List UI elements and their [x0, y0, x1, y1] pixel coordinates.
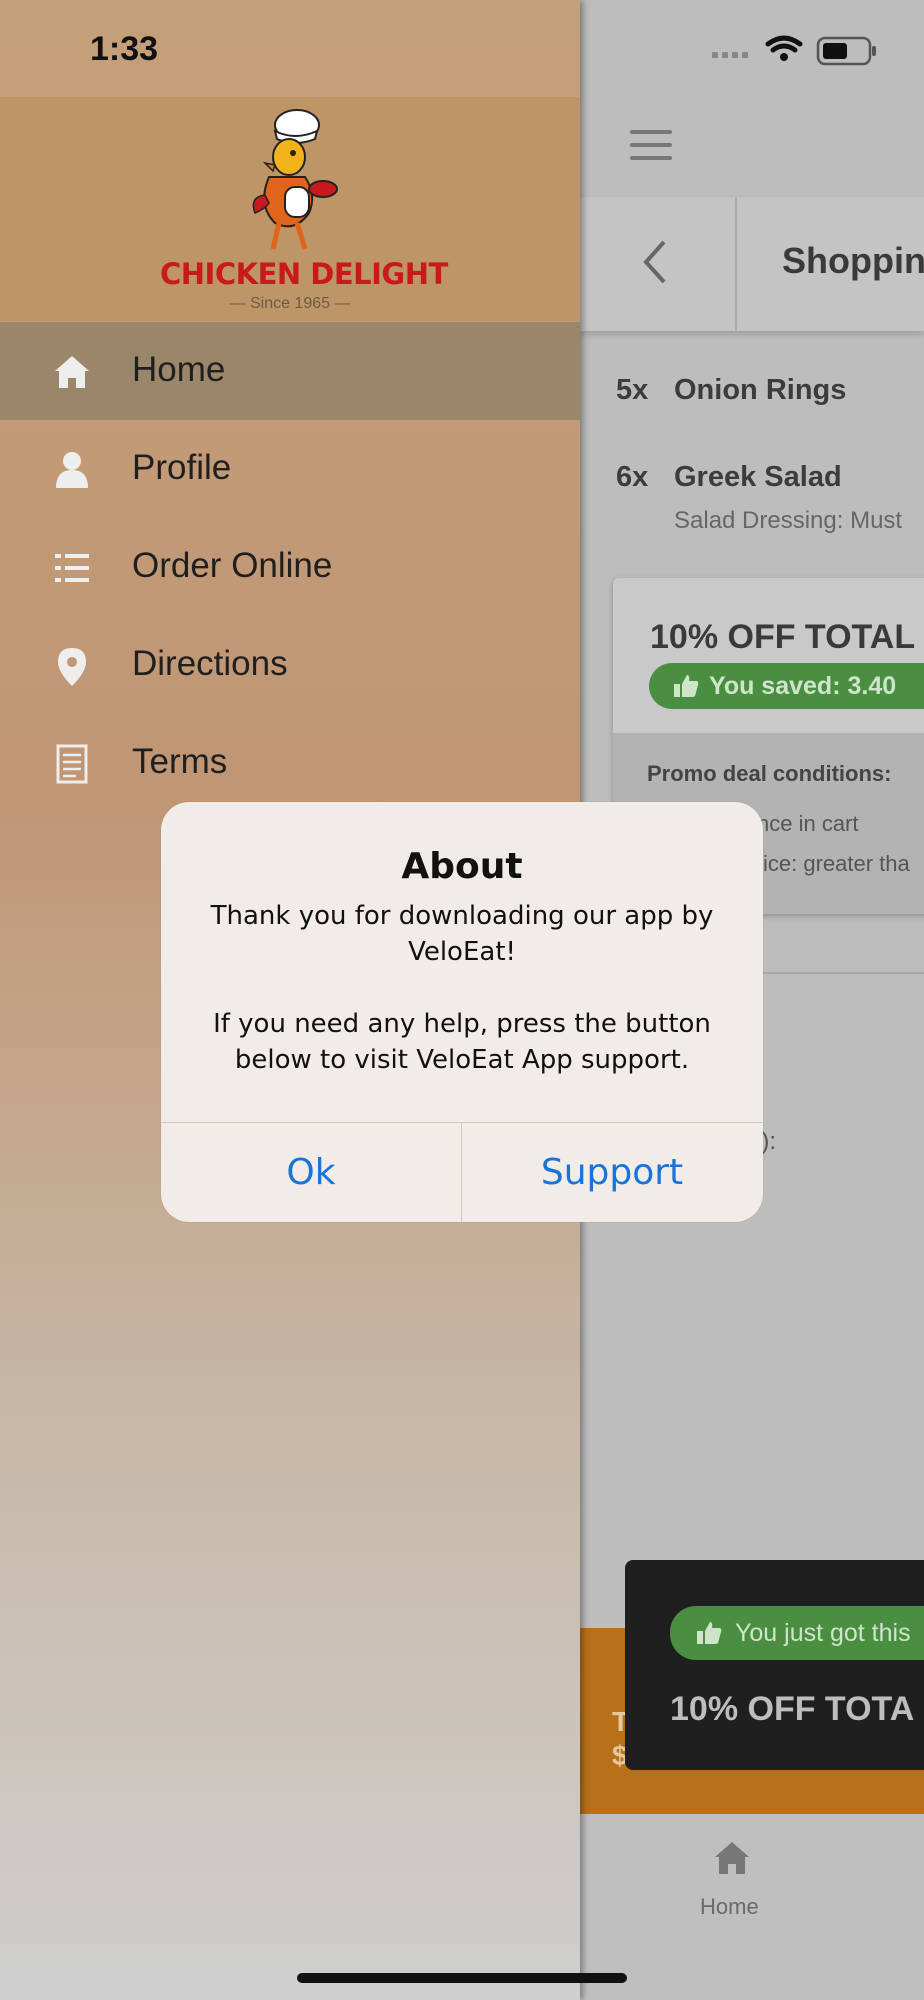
- saved-text: You saved: 3.40: [709, 672, 897, 700]
- logo: CHICKEN DELIGHT — Since 1965 —: [160, 100, 448, 320]
- list-icon: [55, 554, 89, 582]
- person-icon: [56, 452, 88, 488]
- status-icons: [712, 35, 876, 66]
- cart-item[interactable]: 6x Greek Salad: [616, 461, 842, 494]
- thumbs-up-icon: [697, 1622, 722, 1644]
- logo-tagline: — Since 1965 —: [229, 295, 351, 312]
- header-divider: [735, 197, 737, 331]
- back-chevron-icon[interactable]: [642, 238, 668, 286]
- condition-line: ice: greater tha: [763, 851, 910, 876]
- home-tab-icon[interactable]: [712, 1838, 752, 1878]
- page-title: Shoppin: [782, 240, 924, 281]
- dialog-message: Thank you for downloading our app by Vel…: [210, 901, 714, 1075]
- wifi-icon: [765, 35, 803, 53]
- saved-badge: You saved: 3.40: [649, 663, 924, 709]
- home-indicator: [297, 1973, 627, 1983]
- toast-badge-text: You just got this: [735, 1619, 911, 1647]
- tab-bar: Home: [580, 1814, 924, 2000]
- toast-badge: You just got this: [670, 1606, 924, 1660]
- document-icon: [56, 744, 88, 784]
- menu-item-order-online[interactable]: Order Online: [0, 518, 580, 616]
- cart-item-name: Onion Rings: [674, 374, 847, 406]
- cart-item-option: Salad Dressing: Must: [674, 507, 903, 534]
- cart-item[interactable]: 5x Onion Rings: [616, 374, 846, 407]
- battery-icon: [816, 36, 876, 66]
- menu-item-terms[interactable]: Terms: [0, 714, 580, 812]
- condition-line: nce in cart: [757, 811, 859, 836]
- logo-name: CHICKEN DELIGHT: [160, 257, 448, 291]
- status-bar: 1:33: [0, 0, 580, 97]
- cart-item-qty: 5x: [616, 374, 649, 406]
- cart-item-qty: 6x: [616, 461, 649, 493]
- menu-item-directions[interactable]: Directions: [0, 616, 580, 714]
- thumbs-up-icon: [674, 675, 699, 697]
- menu-item-label: Profile: [132, 448, 232, 487]
- toast-title: 10% OFF TOTA: [670, 1690, 915, 1728]
- menu-item-home[interactable]: Home: [0, 322, 580, 420]
- menu-item-label: Terms: [132, 742, 228, 781]
- menu-item-label: Home: [132, 350, 226, 389]
- about-dialog: About Thank you for downloading our app …: [161, 802, 763, 1222]
- signal-icon: [712, 52, 748, 58]
- support-button[interactable]: Support: [462, 1123, 762, 1222]
- dialog-title: About: [401, 846, 523, 887]
- location-pin-icon: [58, 648, 86, 686]
- hamburger-menu-icon[interactable]: [630, 130, 672, 164]
- cart-item-name: Greek Salad: [674, 461, 842, 493]
- chicken-chef-logo-icon: [252, 109, 338, 250]
- conditions-title: Promo deal conditions:: [647, 761, 892, 786]
- tab-home-label[interactable]: Home: [700, 1894, 759, 1920]
- ok-button[interactable]: Ok: [161, 1123, 461, 1222]
- promo-toast: You just got this 10% OFF TOTA: [625, 1560, 924, 1770]
- menu-item-label: Order Online: [132, 546, 333, 585]
- menu-item-label: Directions: [132, 644, 288, 683]
- home-icon: [55, 356, 89, 388]
- promo-title: 10% OFF TOTAL: [650, 618, 916, 656]
- menu-item-profile[interactable]: Profile: [0, 420, 580, 518]
- status-time: 1:33: [90, 30, 159, 68]
